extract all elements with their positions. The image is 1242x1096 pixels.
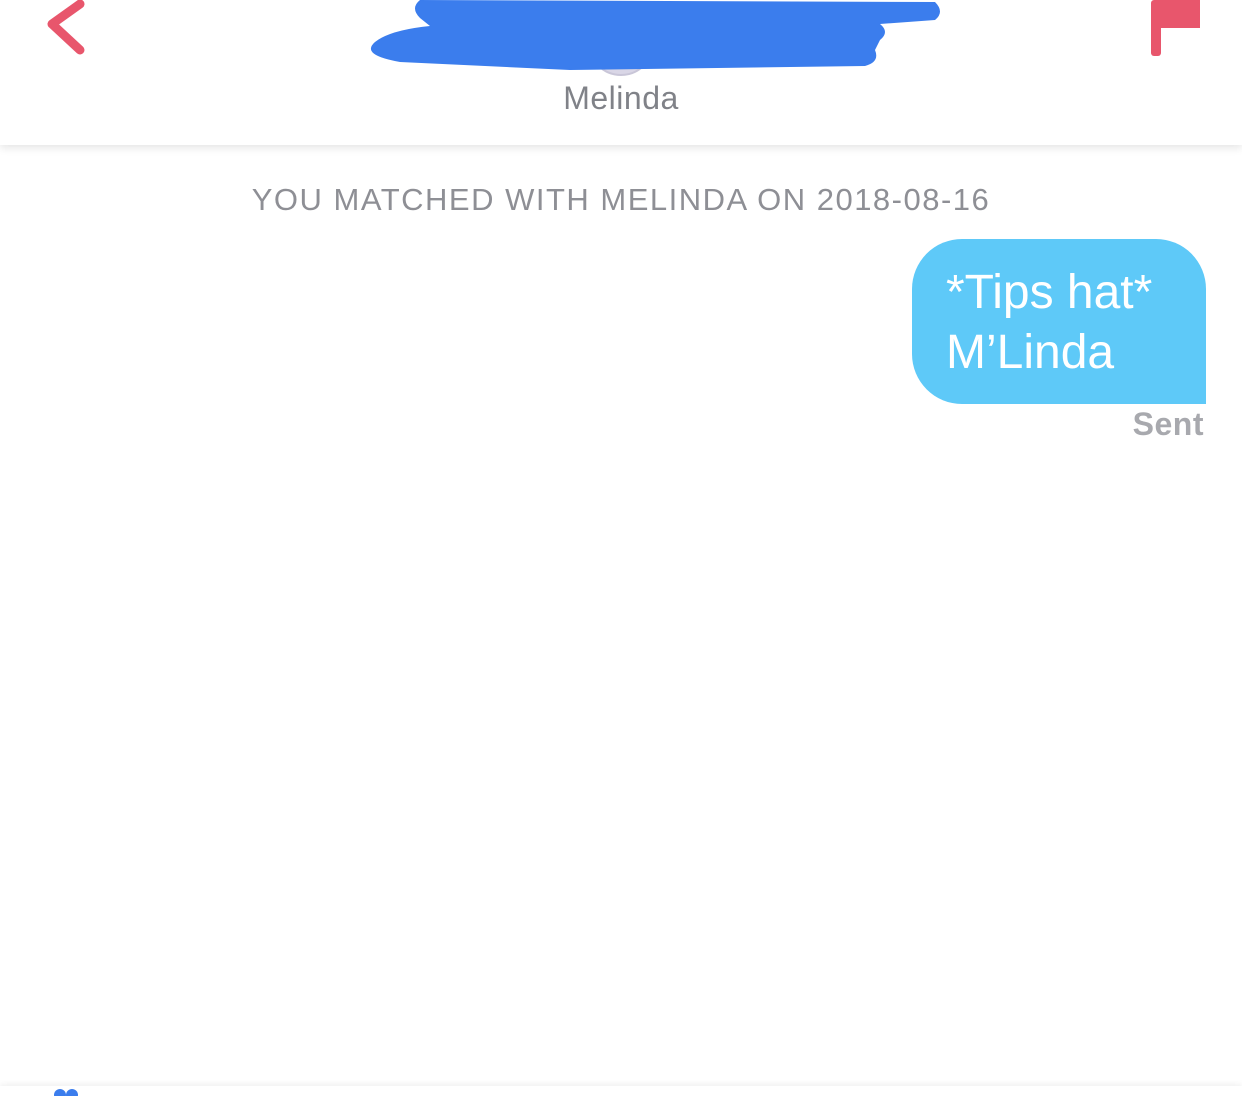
heart-icon[interactable]: [48, 1086, 84, 1096]
message-text-line: M’Linda: [946, 326, 1115, 379]
flag-icon: [1151, 0, 1200, 56]
message-text-line: *Tips hat*: [946, 266, 1153, 319]
match-notice: YOU MATCHED WITH MELINDA ON 2018-08-16: [251, 182, 991, 217]
match-name[interactable]: Melinda: [0, 80, 1242, 117]
chevron-left-icon: [47, 0, 85, 55]
message-bubble-outgoing[interactable]: *Tips hat* M’Linda: [912, 239, 1206, 404]
back-button[interactable]: [30, 0, 100, 70]
report-button[interactable]: [1140, 0, 1210, 70]
chat-screen: Melinda YOU MATCHED WITH MELINDA ON 2018…: [0, 0, 1242, 1096]
composer-bar: [0, 1086, 1242, 1096]
redaction-scribble: [370, 0, 941, 70]
chat-header: Melinda: [0, 0, 1242, 145]
message-status: Sent: [1132, 406, 1204, 442]
